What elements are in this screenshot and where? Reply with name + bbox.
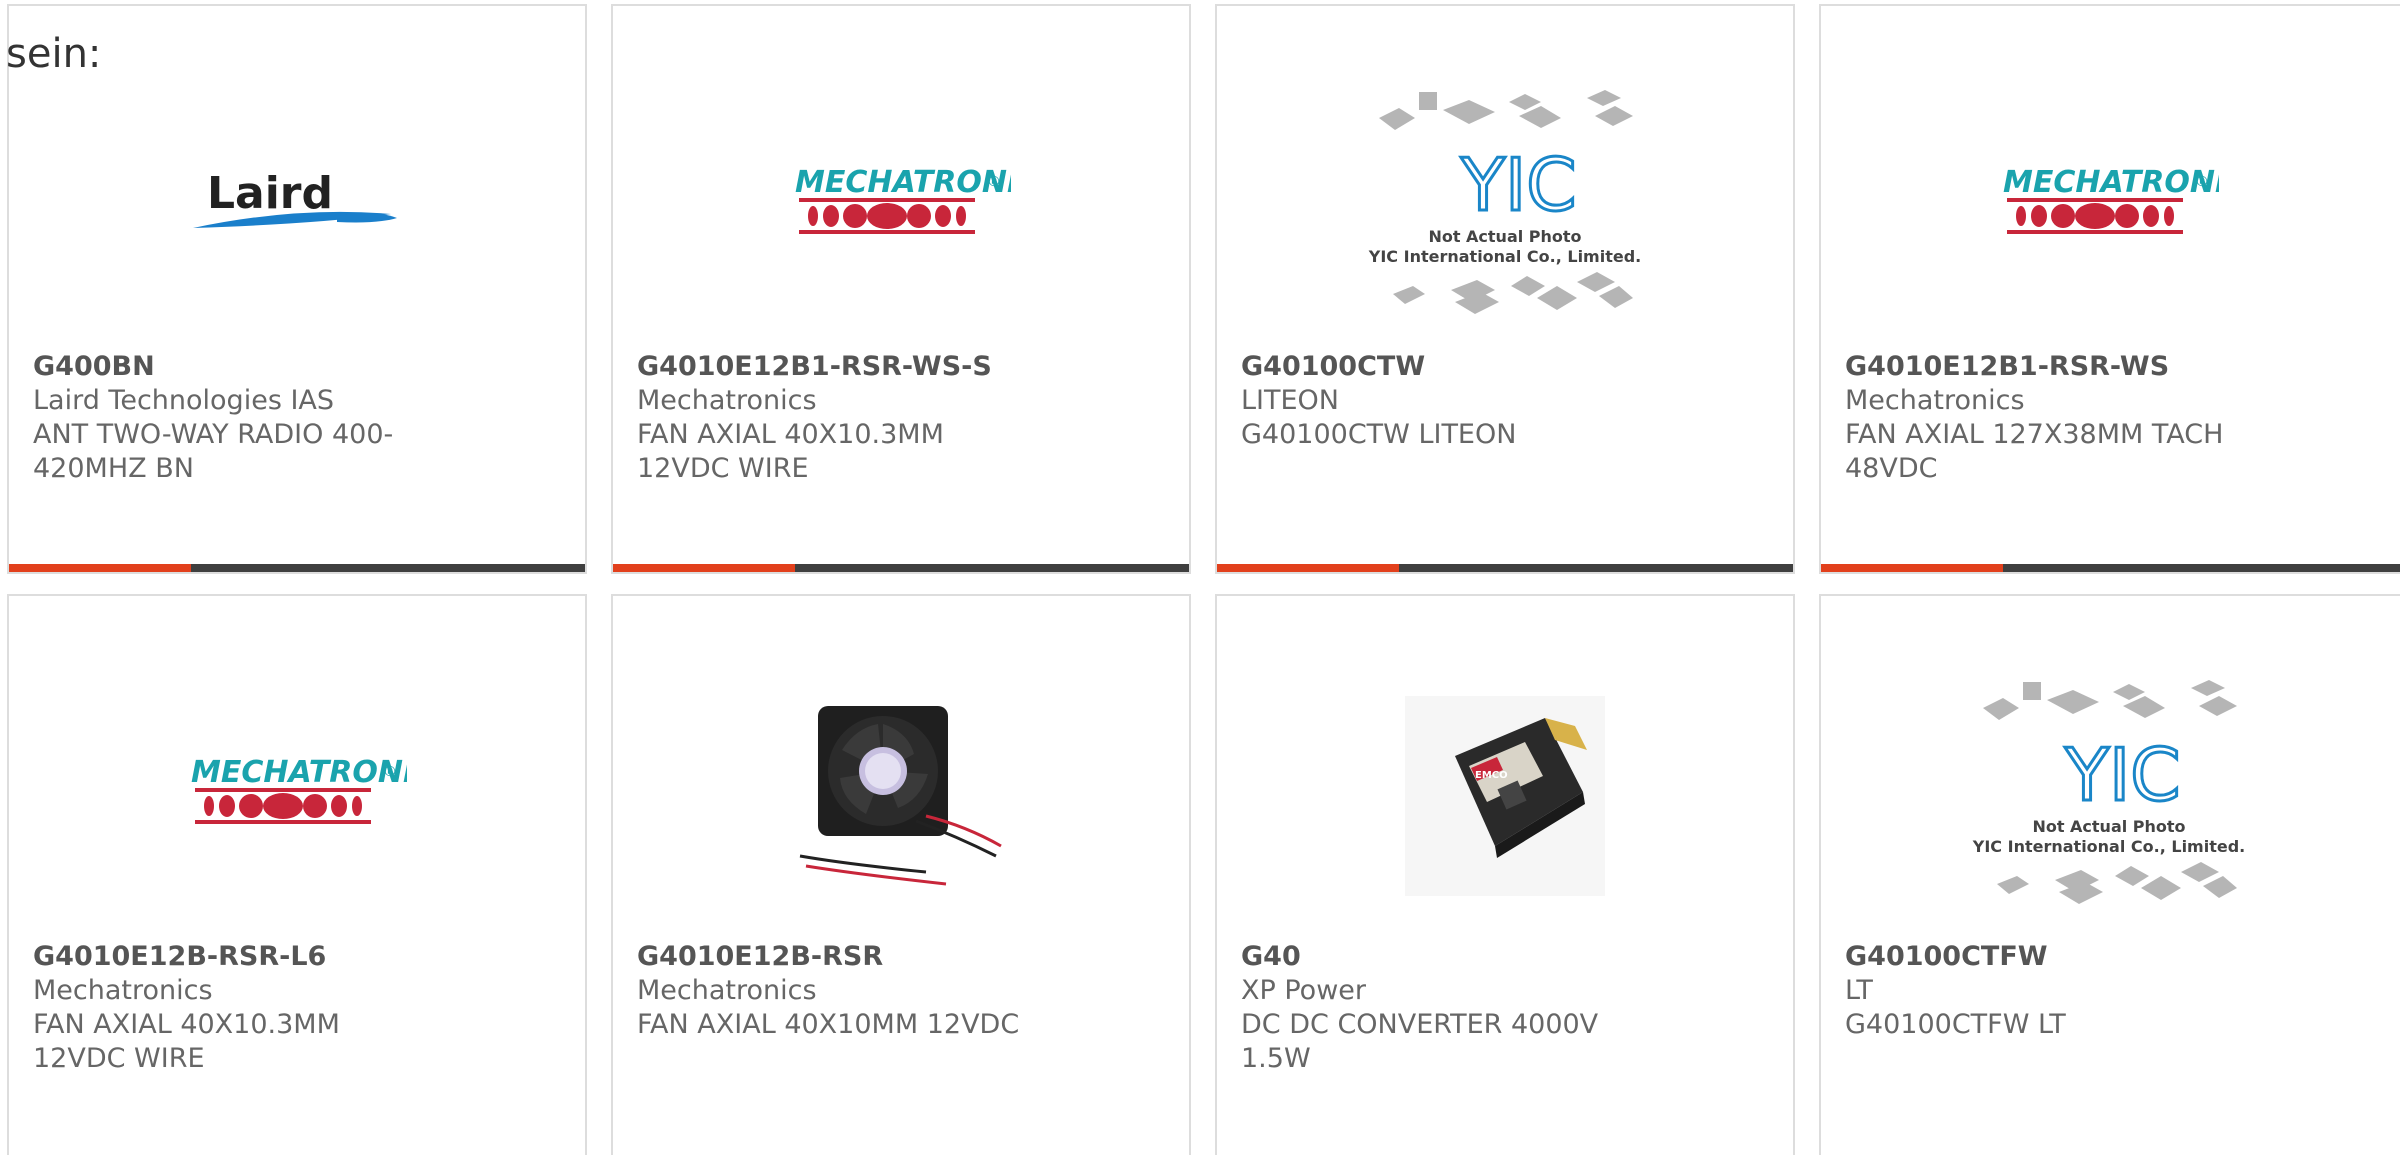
card-accent-bar (613, 564, 795, 572)
svg-text:MECHATRONICS: MECHATRONICS (2003, 165, 2219, 200)
part-number-link[interactable]: G4010E12B1-RSR-WS-S (637, 350, 1165, 384)
card-footer-bar (9, 564, 585, 572)
part-number-link[interactable]: G40100CTFW (1845, 940, 2383, 974)
svg-text:Laird: Laird (207, 168, 333, 219)
svg-text:MECHATRONICS: MECHATRONICS (191, 755, 407, 790)
product-image[interactable]: YIC Not Actual Photo YIC International C… (1217, 66, 1793, 346)
part-number-link[interactable]: G4010E12B1-RSR-WS (1845, 350, 2383, 384)
product-card[interactable]: G4010E12B-RSR Mechatronics FAN AXIAL 40X… (611, 594, 1191, 1155)
part-number-link[interactable]: G400BN (33, 350, 561, 384)
product-image[interactable]: Laird (9, 66, 585, 346)
product-card[interactable]: YIC Not Actual Photo YIC International C… (1819, 594, 2400, 1155)
manufacturer-label: LITEON (1241, 385, 1340, 416)
product-info: G400BN Laird Technologies IAS ANT TWO-WA… (33, 350, 561, 486)
description-label: G40100CTFW LT (1845, 1009, 2066, 1040)
card-footer-bar (613, 564, 1189, 572)
intro-text: sein: (6, 31, 102, 77)
manufacturer-label: Mechatronics (637, 385, 817, 416)
svg-text:YIC International Co., Limited: YIC International Co., Limited. (1972, 837, 2245, 856)
svg-text:EMCO: EMCO (1475, 770, 1508, 781)
fan-photo (799, 706, 1002, 886)
svg-text:®: ® (383, 764, 397, 780)
part-number-link[interactable]: G40 (1241, 940, 1769, 974)
product-info: G4010E12B1-RSR-WS-S Mechatronics FAN AXI… (637, 350, 1165, 486)
product-grid-page: sein: Laird G400BN Laird Technologies IA… (0, 0, 2400, 1155)
mechatronics-logo: MECHATRONICS ® (191, 755, 407, 824)
mechatronics-logo: MECHATRONICS ® (795, 165, 1011, 234)
svg-text:YIC International Co., Limited: YIC International Co., Limited. (1368, 247, 1641, 266)
svg-text:MECHATRONICS: MECHATRONICS (795, 165, 1011, 200)
manufacturer-label: XP Power (1241, 975, 1366, 1006)
part-number-link[interactable]: G4010E12B-RSR-L6 (33, 940, 561, 974)
product-info: G4010E12B1-RSR-WS Mechatronics FAN AXIAL… (1845, 350, 2383, 486)
product-info: G4010E12B-RSR Mechatronics FAN AXIAL 40X… (637, 940, 1165, 1042)
product-card[interactable]: MECHATRONICS ® G4010E12B1-RSR-WS Mechatr… (1819, 4, 2400, 574)
description-label: G40100CTW LITEON (1241, 419, 1517, 450)
product-image[interactable]: EMCO (1217, 656, 1793, 936)
laird-logo: Laird (193, 168, 397, 228)
product-info: G40100CTW LITEON G40100CTW LITEON (1241, 350, 1769, 452)
svg-text:YIC: YIC (2064, 733, 2181, 817)
card-footer-bar (1821, 564, 2400, 572)
yic-placeholder-image: YIC Not Actual Photo YIC International C… (1368, 90, 1641, 314)
product-info: G4010E12B-RSR-L6 Mechatronics FAN AXIAL … (33, 940, 561, 1076)
manufacturer-label: Mechatronics (637, 975, 817, 1006)
product-image[interactable]: MECHATRONICS ® (613, 66, 1189, 346)
description-label: FAN AXIAL 40X10.3MM 12VDC WIRE (637, 419, 944, 484)
product-card[interactable]: MECHATRONICS ® G4010E12B-RSR-L6 Mechatro… (7, 594, 587, 1155)
description-label: DC DC CONVERTER 4000V 1.5W (1241, 1009, 1599, 1074)
product-info: G40100CTFW LT G40100CTFW LT (1845, 940, 2383, 1042)
manufacturer-label: Laird Technologies IAS (33, 385, 335, 416)
part-number-link[interactable]: G4010E12B-RSR (637, 940, 1165, 974)
description-label: FAN AXIAL 127X38MM TACH 48VDC (1845, 419, 2224, 484)
product-card[interactable]: YIC Not Actual Photo YIC International C… (1215, 4, 1795, 574)
mechatronics-logo: MECHATRONICS ® (2003, 165, 2219, 234)
manufacturer-label: Mechatronics (1845, 385, 2025, 416)
dc-converter-photo: EMCO (1405, 696, 1605, 896)
svg-text:YIC: YIC (1460, 143, 1577, 227)
part-number-link[interactable]: G40100CTW (1241, 350, 1769, 384)
product-card[interactable]: EMCO G40 XP Power DC DC CONVERTER 4000V … (1215, 594, 1795, 1155)
svg-text:®: ® (2195, 174, 2209, 190)
description-label: FAN AXIAL 40X10MM 12VDC (637, 1009, 1020, 1040)
svg-text:Not Actual Photo: Not Actual Photo (1428, 227, 1581, 246)
card-accent-bar (9, 564, 191, 572)
card-accent-bar (1821, 564, 2003, 572)
manufacturer-label: Mechatronics (33, 975, 213, 1006)
svg-text:Not Actual Photo: Not Actual Photo (2032, 817, 2185, 836)
product-info: G40 XP Power DC DC CONVERTER 4000V 1.5W (1241, 940, 1769, 1076)
product-image[interactable]: YIC Not Actual Photo YIC International C… (1821, 656, 2397, 936)
svg-text:®: ® (987, 174, 1001, 190)
card-footer-bar (1217, 564, 1793, 572)
manufacturer-label: LT (1845, 975, 1873, 1006)
product-card[interactable]: Laird G400BN Laird Technologies IAS ANT … (7, 4, 587, 574)
description-label: ANT TWO-WAY RADIO 400-420MHZ BN (33, 419, 394, 484)
yic-placeholder-image: YIC Not Actual Photo YIC International C… (1972, 680, 2245, 904)
card-accent-bar (1217, 564, 1399, 572)
product-card[interactable]: MECHATRONICS ® G4010E12B1-RSR-WS-S Mecha… (611, 4, 1191, 574)
product-image[interactable]: MECHATRONICS ® (9, 656, 585, 936)
product-image[interactable]: MECHATRONICS ® (1821, 66, 2397, 346)
product-image[interactable] (613, 656, 1189, 936)
description-label: FAN AXIAL 40X10.3MM 12VDC WIRE (33, 1009, 340, 1074)
